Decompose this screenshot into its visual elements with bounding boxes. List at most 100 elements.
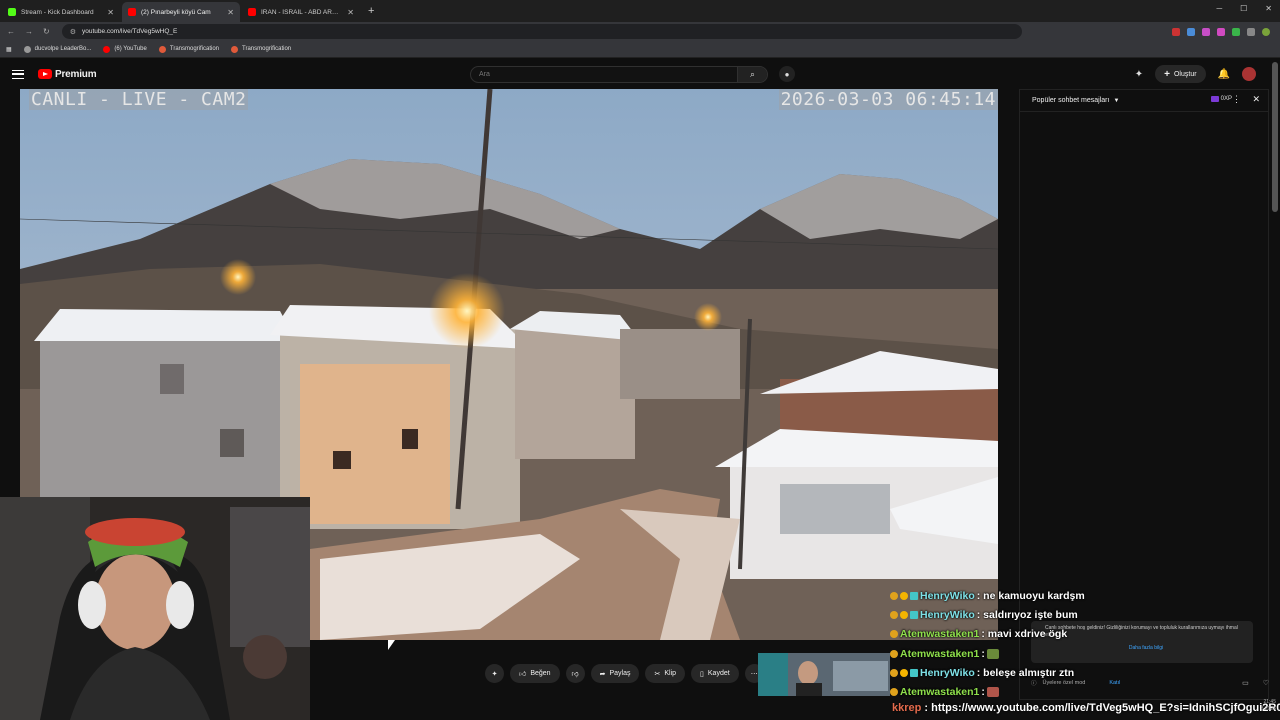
chat-username: kkrep bbox=[892, 702, 922, 714]
thumbs-down-icon: 👎︎ bbox=[571, 671, 579, 678]
settings-gear-icon[interactable]: ✦ bbox=[485, 664, 504, 683]
close-chat-icon[interactable]: ✕ bbox=[1252, 94, 1260, 105]
kick-icon bbox=[8, 8, 16, 16]
browser-tab[interactable]: İRAN - İSRAİL - ABD ARASINDA ✕ bbox=[242, 2, 360, 22]
chat-username: HenryWiko bbox=[920, 589, 975, 602]
badge-icon bbox=[890, 688, 898, 697]
extension-icon[interactable] bbox=[1232, 27, 1240, 36]
url-text: youtube.com/live/TdVeg5wHQ_E bbox=[81, 28, 178, 35]
search-input[interactable]: Ara ⌕ bbox=[470, 66, 768, 83]
close-tab-icon[interactable]: ✕ bbox=[227, 8, 234, 17]
bookmark[interactable]: Transmogrification bbox=[158, 45, 220, 53]
tab-title: Stream - Kick Dashboard bbox=[21, 8, 94, 16]
chat-header: Popüler sohbet mesajları ▼ 0XP ⋮ ✕ bbox=[1020, 90, 1268, 112]
extension-icon[interactable] bbox=[1247, 27, 1255, 36]
streamer-webcam bbox=[0, 497, 310, 720]
like-label: Beğen bbox=[530, 670, 551, 677]
browser-tab-active[interactable]: (2) Pınarbeyli köyü Cam ✕ bbox=[122, 2, 240, 22]
settings-icon[interactable]: ✦ bbox=[1135, 69, 1143, 80]
chat-username: HenryWiko bbox=[920, 608, 975, 621]
badge-icon bbox=[910, 610, 918, 619]
share-label: Paylaş bbox=[609, 670, 631, 677]
chat-mode-dropdown[interactable]: Popüler sohbet mesajları bbox=[1032, 97, 1109, 104]
bookmark-icon: ▯ bbox=[700, 670, 704, 678]
page-scrollbar[interactable] bbox=[1272, 62, 1278, 212]
bookmark[interactable]: Transmogrification bbox=[231, 45, 291, 53]
bookmark-icon bbox=[231, 45, 239, 53]
youtube-icon bbox=[128, 8, 136, 16]
url-bar[interactable]: ⚙ youtube.com/live/TdVeg5wHQ_E bbox=[61, 24, 1022, 39]
badge-icon bbox=[910, 668, 918, 677]
extension-icon[interactable] bbox=[1217, 27, 1225, 36]
bookmark-label: Transmogrification bbox=[169, 46, 220, 52]
clip-label: Klip bbox=[664, 670, 677, 677]
maximize-icon[interactable]: ☐ bbox=[1240, 4, 1247, 13]
bookmark[interactable]: (6) YouTube bbox=[103, 45, 147, 53]
create-button[interactable]: + Oluştur bbox=[1155, 65, 1206, 83]
secondary-video-thumbnail[interactable] bbox=[758, 653, 890, 696]
chat-text: : mavi xdrive ögk bbox=[981, 628, 1068, 641]
hamburger-menu-icon[interactable] bbox=[12, 69, 24, 79]
header-actions: ✦ + Oluştur 🔔 bbox=[1135, 65, 1256, 83]
browser-tab[interactable]: Stream - Kick Dashboard ✕ bbox=[2, 2, 120, 22]
search-icon[interactable]: ⌕ bbox=[737, 67, 767, 82]
save-label: Kaydet bbox=[707, 670, 730, 677]
back-icon[interactable]: ← bbox=[7, 27, 15, 36]
youtube-header: Premium Ara ⌕ ● ✦ + Oluştur 🔔 bbox=[0, 58, 1280, 90]
notifications-bell-icon[interactable]: 🔔 bbox=[1218, 69, 1230, 80]
bookmarks-bar: ▦ ducvolpe LeaderBo... (6) YouTube Trans… bbox=[0, 41, 1280, 58]
profile-icon[interactable] bbox=[1262, 27, 1270, 36]
forward-icon[interactable]: → bbox=[25, 27, 33, 36]
microphone-icon[interactable]: ● bbox=[779, 66, 795, 82]
chat-text: : bbox=[981, 686, 985, 699]
youtube-icon bbox=[248, 8, 256, 16]
chat-link-text[interactable]: : https://www.youtube.com/live/TdVeg5wHQ… bbox=[924, 702, 1280, 714]
badge-icon bbox=[890, 668, 898, 677]
chat-username: HenryWiko bbox=[920, 666, 975, 679]
tab-title: (2) Pınarbeyli köyü Cam bbox=[141, 8, 211, 16]
reload-icon[interactable]: ↻ bbox=[43, 27, 50, 36]
youtube-premium-logo[interactable]: Premium bbox=[38, 69, 97, 80]
clock-date: 3.2026 bbox=[1260, 705, 1276, 712]
close-window-icon[interactable]: ✕ bbox=[1265, 4, 1272, 13]
avatar[interactable] bbox=[1242, 67, 1256, 81]
plus-icon: + bbox=[1164, 68, 1170, 80]
extension-icon[interactable] bbox=[1187, 27, 1195, 36]
badge-icon bbox=[910, 591, 918, 600]
overlay-chat-message: Atemwastaken1 : bbox=[890, 644, 1280, 663]
more-options-icon[interactable]: ⋮ bbox=[1232, 94, 1241, 105]
close-tab-icon[interactable]: ✕ bbox=[347, 8, 354, 17]
minimize-icon[interactable]: ─ bbox=[1216, 4, 1222, 13]
site-info-icon[interactable]: ⚙ bbox=[70, 28, 76, 36]
clock-time: 21:45 bbox=[1263, 699, 1276, 705]
extension-icon[interactable] bbox=[1202, 27, 1210, 36]
link-chat-message: kkrep : https://www.youtube.com/live/TdV… bbox=[892, 702, 1280, 714]
badge-icon bbox=[900, 591, 908, 600]
new-tab-button[interactable]: + bbox=[368, 2, 374, 22]
bookmark[interactable]: ducvolpe LeaderBo... bbox=[23, 45, 91, 53]
extension-icon[interactable] bbox=[1172, 27, 1180, 36]
emote-icon bbox=[986, 648, 999, 659]
save-button[interactable]: ▯ Kaydet bbox=[691, 664, 739, 683]
create-label: Oluştur bbox=[1173, 70, 1197, 78]
camera-timestamp: 2026-03-03 06:45:14 bbox=[778, 89, 998, 110]
like-button[interactable]: 👍︎ Beğen bbox=[510, 664, 560, 683]
bookmark-icon bbox=[158, 45, 166, 53]
badge-icon bbox=[890, 630, 898, 639]
share-button[interactable]: ➦ Paylaş bbox=[590, 664, 640, 683]
chat-text: : bbox=[981, 647, 985, 660]
stream-chat-overlay: HenryWiko : ne kamuoyu kardşm HenryWiko … bbox=[890, 586, 1280, 702]
apps-icon[interactable]: ▦ bbox=[6, 46, 12, 53]
chat-text: : ne kamuoyu kardşm bbox=[976, 589, 1085, 602]
clip-button[interactable]: ✂ Klip bbox=[645, 664, 686, 683]
video-actions: ✦ 👍︎ Beğen 👎︎ ➦ Paylaş ✂ Klip ▯ Kaydet ⋯ bbox=[485, 664, 764, 683]
camera-label: CANLI - LIVE - CAM2 bbox=[29, 89, 249, 110]
dislike-button[interactable]: 👎︎ bbox=[565, 664, 585, 683]
overlay-chat-message: Atemwastaken1 : mavi xdrive ögk bbox=[890, 625, 1280, 644]
badge-icon bbox=[890, 591, 898, 600]
youtube-icon bbox=[103, 45, 111, 53]
chevron-down-icon[interactable]: ▼ bbox=[1113, 98, 1119, 104]
badge-icon bbox=[890, 649, 898, 658]
xp-badge[interactable]: 0XP bbox=[1210, 96, 1232, 102]
close-tab-icon[interactable]: ✕ bbox=[107, 8, 114, 17]
